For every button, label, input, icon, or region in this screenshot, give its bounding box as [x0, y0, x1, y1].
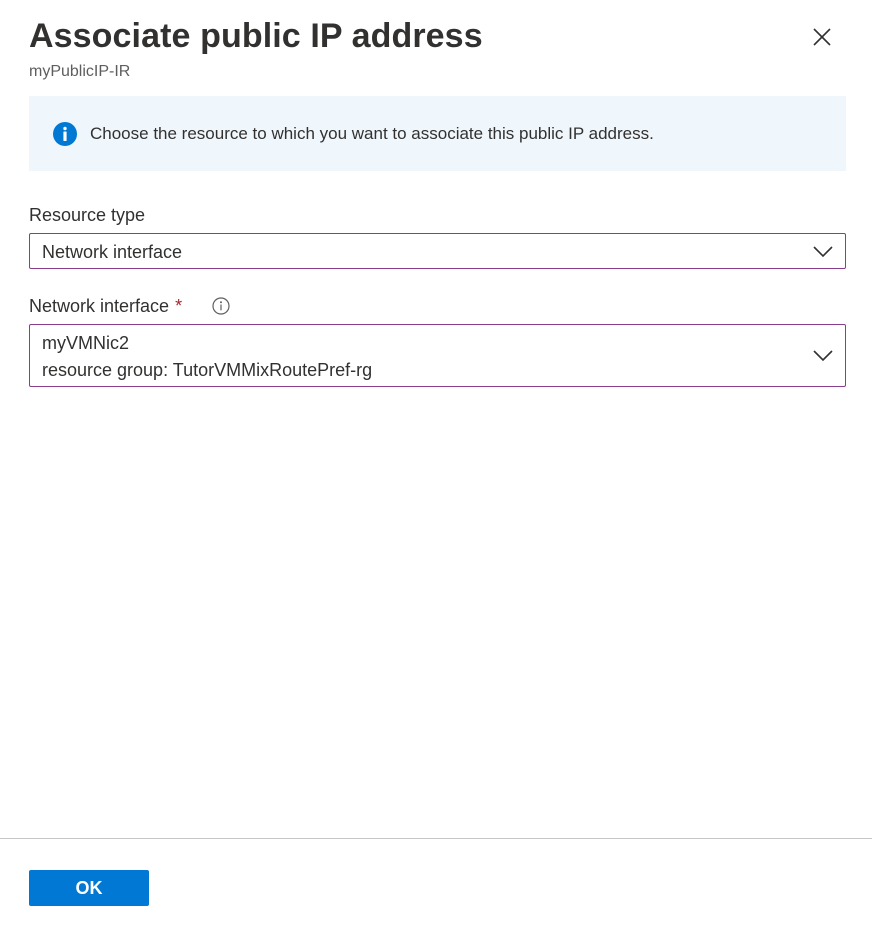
info-tooltip-icon[interactable]: [212, 297, 230, 315]
close-icon: [813, 28, 831, 46]
network-interface-label: Network interface *: [29, 294, 182, 318]
required-asterisk: *: [175, 296, 183, 316]
resource-type-dropdown[interactable]: Network interface: [29, 233, 846, 269]
chevron-down-icon: [813, 350, 833, 362]
resource-type-selected-value: Network interface: [42, 242, 183, 262]
network-interface-selected-name: myVMNic2: [42, 333, 130, 353]
footer-divider: [0, 838, 872, 839]
network-interface-resource-group: resource group: TutorVMMixRoutePref-rg: [42, 360, 373, 380]
panel-subtitle: myPublicIP-IR: [29, 63, 131, 80]
network-interface-label-text: Network interface: [29, 296, 170, 316]
ok-button[interactable]: OK: [29, 870, 149, 906]
associate-ip-panel: Associate public IP address myPublicIP-I…: [0, 0, 872, 933]
panel-title: Associate public IP address: [29, 17, 483, 55]
network-interface-dropdown[interactable]: myVMNic2 resource group: TutorVMMixRoute…: [29, 324, 846, 387]
close-button[interactable]: [806, 21, 838, 53]
resource-type-label: Resource type: [29, 205, 146, 225]
info-message-text: Choose the resource to which you want to…: [90, 123, 654, 143]
info-message-bar: Choose the resource to which you want to…: [29, 96, 846, 171]
chevron-down-icon: [813, 246, 833, 258]
info-icon: [53, 121, 77, 146]
